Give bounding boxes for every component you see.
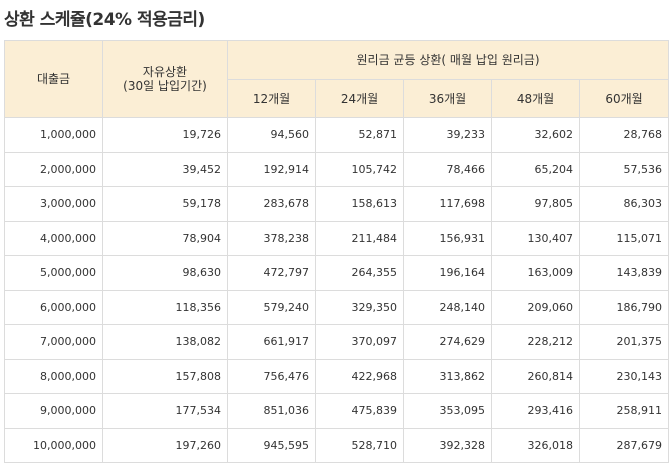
header-free-repayment-line2: (30일 납입기간) xyxy=(123,79,207,93)
cell-48-months: 326,018 xyxy=(491,427,580,463)
cell-24-months: 329,350 xyxy=(315,289,404,325)
cell-12-months: 661,917 xyxy=(227,324,316,360)
cell-loan-amount: 8,000,000 xyxy=(4,358,103,394)
repayment-schedule-table: 대출금 자유상환 (30일 납입기간) 원리금 균등 상환( 매월 납입 원리금… xyxy=(4,40,670,463)
header-period-24: 24개월 xyxy=(315,79,404,118)
table-row: 7,000,000 138,082 661,917 370,097 274,629 228… xyxy=(4,324,670,360)
cell-free-repayment: 19,726 xyxy=(102,117,228,153)
cell-36-months: 78,466 xyxy=(403,151,492,187)
cell-12-months: 945,595 xyxy=(227,427,316,463)
cell-48-months: 97,805 xyxy=(491,186,580,222)
table-row: 4,000,000 78,904 378,238 211,484 156,931 130,… xyxy=(4,220,670,256)
cell-60-months: 186,790 xyxy=(578,289,670,325)
table-row: 10,000,000 197,260 945,595 528,710 392,328 32… xyxy=(4,427,670,463)
cell-12-months: 94,560 xyxy=(227,117,316,153)
cell-12-months: 851,036 xyxy=(227,393,316,429)
header-period-36: 36개월 xyxy=(403,79,492,118)
cell-48-months: 65,204 xyxy=(491,151,580,187)
page-title: 상환 스케쥴(24% 적용금리) xyxy=(4,10,205,30)
cell-free-repayment: 59,178 xyxy=(102,186,228,222)
cell-36-months: 39,233 xyxy=(403,117,492,153)
table-row: 1,000,000 19,726 94,560 52,871 39,233 32,602 2… xyxy=(4,117,670,153)
table-row: 9,000,000 177,534 851,036 475,839 353,095 293… xyxy=(4,393,670,429)
table-body: 1,000,000 19,726 94,560 52,871 39,233 32,602 2… xyxy=(4,117,670,463)
cell-24-months: 422,968 xyxy=(315,358,404,394)
cell-loan-amount: 9,000,000 xyxy=(4,393,103,429)
cell-48-months: 228,212 xyxy=(491,324,580,360)
cell-12-months: 579,240 xyxy=(227,289,316,325)
header-period-48: 48개월 xyxy=(491,79,580,118)
cell-24-months: 105,742 xyxy=(315,151,404,187)
cell-48-months: 293,416 xyxy=(491,393,580,429)
cell-free-repayment: 157,808 xyxy=(102,358,228,394)
cell-36-months: 196,164 xyxy=(403,255,492,291)
cell-loan-amount: 2,000,000 xyxy=(4,151,103,187)
table-row: 2,000,000 39,452 192,914 105,742 78,466 65,20… xyxy=(4,151,670,187)
cell-loan-amount: 4,000,000 xyxy=(4,220,103,256)
table-row: 6,000,000 118,356 579,240 329,350 248,140 209… xyxy=(4,289,670,325)
cell-free-repayment: 39,452 xyxy=(102,151,228,187)
cell-36-months: 156,931 xyxy=(403,220,492,256)
cell-24-months: 528,710 xyxy=(315,427,404,463)
cell-36-months: 274,629 xyxy=(403,324,492,360)
cell-36-months: 313,862 xyxy=(403,358,492,394)
cell-48-months: 260,814 xyxy=(491,358,580,394)
cell-60-months: 115,071 xyxy=(578,220,670,256)
cell-24-months: 52,871 xyxy=(315,117,404,153)
cell-loan-amount: 1,000,000 xyxy=(4,117,103,153)
table-row: 8,000,000 157,808 756,476 422,968 313,862 260… xyxy=(4,358,670,394)
header-equal-installment: 원리금 균등 상환( 매월 납입 원리금) xyxy=(226,40,670,80)
cell-60-months: 287,679 xyxy=(578,427,670,463)
cell-36-months: 353,095 xyxy=(403,393,492,429)
cell-loan-amount: 7,000,000 xyxy=(4,324,103,360)
header-period-60: 60개월 xyxy=(578,79,670,118)
header-period-12: 12개월 xyxy=(227,79,316,118)
cell-12-months: 756,476 xyxy=(227,358,316,394)
cell-free-repayment: 98,630 xyxy=(102,255,228,291)
cell-36-months: 117,698 xyxy=(403,186,492,222)
cell-24-months: 264,355 xyxy=(315,255,404,291)
table-row: 3,000,000 59,178 283,678 158,613 117,698 97,8… xyxy=(4,186,670,222)
cell-48-months: 130,407 xyxy=(491,220,580,256)
header-loan-amount: 대출금 xyxy=(4,40,103,118)
cell-36-months: 392,328 xyxy=(403,427,492,463)
cell-48-months: 32,602 xyxy=(491,117,580,153)
cell-loan-amount: 10,000,000 xyxy=(4,427,103,463)
cell-12-months: 192,914 xyxy=(227,151,316,187)
cell-60-months: 86,303 xyxy=(578,186,670,222)
cell-free-repayment: 138,082 xyxy=(102,324,228,360)
cell-24-months: 370,097 xyxy=(315,324,404,360)
cell-free-repayment: 118,356 xyxy=(102,289,228,325)
cell-36-months: 248,140 xyxy=(403,289,492,325)
cell-free-repayment: 78,904 xyxy=(102,220,228,256)
cell-free-repayment: 177,534 xyxy=(102,393,228,429)
cell-24-months: 475,839 xyxy=(315,393,404,429)
header-free-repayment-line1: 자유상환 xyxy=(142,65,188,79)
cell-48-months: 163,009 xyxy=(491,255,580,291)
cell-loan-amount: 6,000,000 xyxy=(4,289,103,325)
cell-loan-amount: 5,000,000 xyxy=(4,255,103,291)
cell-12-months: 472,797 xyxy=(227,255,316,291)
cell-60-months: 201,375 xyxy=(578,324,670,360)
cell-24-months: 211,484 xyxy=(315,220,404,256)
header-row-top: 대출금 자유상환 (30일 납입기간) 원리금 균등 상환( 매월 납입 원리금… xyxy=(4,40,670,118)
cell-12-months: 378,238 xyxy=(227,220,316,256)
cell-60-months: 258,911 xyxy=(578,393,670,429)
cell-24-months: 158,613 xyxy=(315,186,404,222)
cell-60-months: 230,143 xyxy=(578,358,670,394)
cell-60-months: 143,839 xyxy=(578,255,670,291)
cell-60-months: 57,536 xyxy=(578,151,670,187)
cell-loan-amount: 3,000,000 xyxy=(4,186,103,222)
cell-60-months: 28,768 xyxy=(578,117,670,153)
table-row: 5,000,000 98,630 472,797 264,355 196,164 163,… xyxy=(4,255,670,291)
header-free-repayment: 자유상환 (30일 납입기간) xyxy=(102,40,228,118)
cell-free-repayment: 197,260 xyxy=(102,427,228,463)
cell-12-months: 283,678 xyxy=(227,186,316,222)
cell-48-months: 209,060 xyxy=(491,289,580,325)
